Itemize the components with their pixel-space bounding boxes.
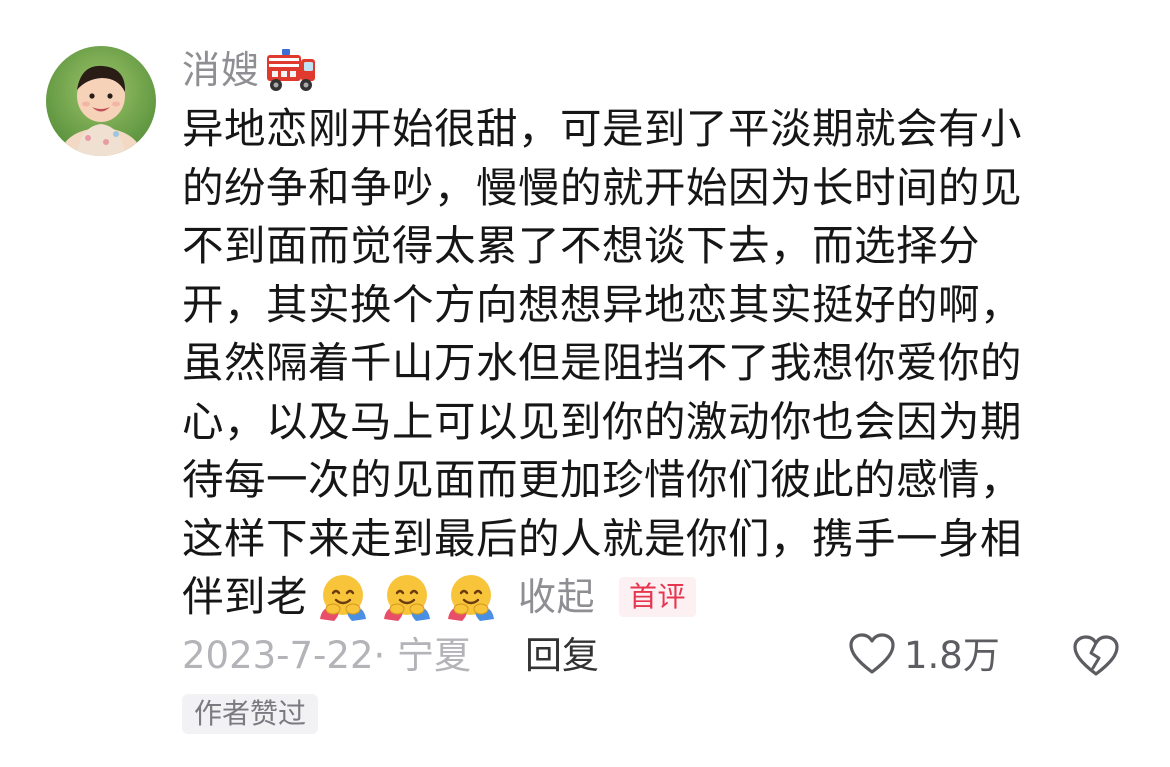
first-comment-badge: 首评 — [619, 577, 697, 618]
comment-line: 虽然隔着千山万水但是阻挡不了我想你爱你的 — [182, 338, 1023, 387]
collapse-button[interactable]: 收起 — [518, 568, 595, 627]
comment-line: 开，其实换个方向想想异地恋其实挺好的啊， — [182, 279, 1023, 329]
date-location: 2023-7-22· 宁夏 — [182, 634, 472, 677]
reply-button[interactable]: 回复 — [525, 630, 599, 682]
comment-line: 这样下来走到最后的人就是你们，携手一身相 — [182, 513, 1023, 563]
comment-line-end: 伴到老 — [182, 572, 309, 621]
comment-meta: 2023-7-22· 宁夏 回复 — [182, 630, 599, 682]
dislike-button[interactable] — [1072, 634, 1120, 682]
fire-truck-icon — [264, 47, 318, 93]
comment-line: 不到面而觉得太累了不想谈下去，而选择分 — [182, 221, 981, 270]
broken-heart-icon — [1072, 635, 1120, 682]
comment-line: 的纷争和争吵，慢慢的就开始因为长时间的见 — [182, 162, 1023, 212]
hugging-face-icon — [314, 571, 372, 623]
hugging-face-icon — [378, 571, 436, 623]
hugging-face-icon — [442, 571, 500, 623]
comment-content: 异地恋刚开始很甜，可是到了平淡期就会有小 的纷争和争吵，慢慢的就开始因为长时间的… — [182, 100, 1092, 627]
username[interactable]: 消嫂 — [182, 44, 260, 96]
heart-icon — [848, 632, 896, 680]
comment-line: 异地恋刚开始很甜，可是到了平淡期就会有小 — [182, 104, 1023, 153]
comment-line: 心，以及马上可以见到你的激动你也会因为期 — [182, 396, 1023, 446]
username-row: 消嫂 — [182, 44, 318, 96]
author-liked-tag: 作者赞过 — [182, 694, 319, 734]
like-button[interactable]: 1.8万 — [848, 630, 1000, 682]
comment-line: 待每一次的见面而更加珍惜你们彼此的感情， — [182, 455, 1023, 504]
comment-last-line: 伴到老 收起 首评 — [182, 568, 1092, 627]
user-avatar[interactable] — [46, 46, 156, 156]
like-count: 1.8万 — [904, 634, 1000, 677]
